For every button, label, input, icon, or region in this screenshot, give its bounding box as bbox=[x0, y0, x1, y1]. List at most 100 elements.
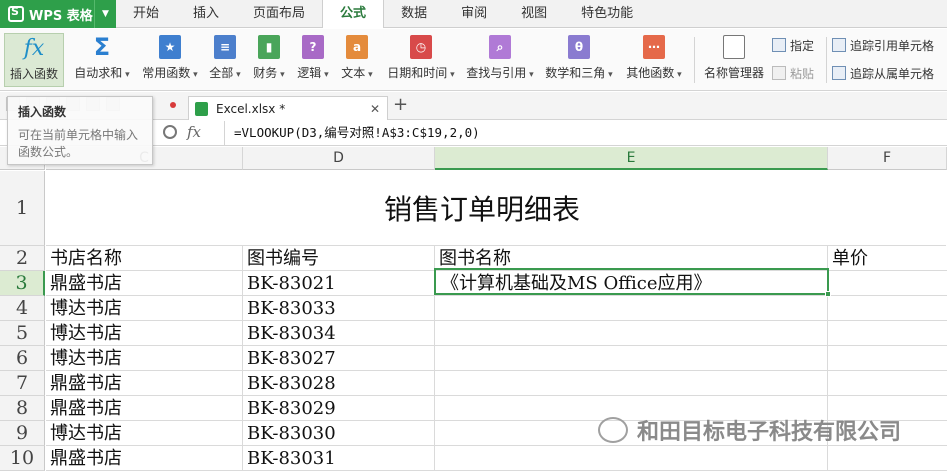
sheet-title-cell[interactable]: 销售订单明细表 bbox=[46, 171, 946, 246]
theta-book-icon: θ bbox=[568, 35, 590, 59]
cell-store[interactable]: 鼎盛书店 bbox=[46, 371, 243, 396]
zoom-magnifier-icon[interactable] bbox=[163, 125, 177, 139]
cell-book[interactable] bbox=[435, 446, 828, 471]
trace-arrow-icon bbox=[832, 66, 846, 80]
fx-icon[interactable]: fx bbox=[187, 123, 201, 141]
wps-logo-icon bbox=[8, 5, 24, 22]
tab-home[interactable]: 开始 bbox=[116, 0, 176, 28]
cell-code[interactable]: BK-83031 bbox=[243, 446, 435, 471]
cell-code[interactable]: BK-83033 bbox=[243, 296, 435, 321]
row-header-2[interactable]: 2 bbox=[0, 246, 45, 271]
cell-price[interactable] bbox=[828, 271, 947, 296]
ribbon-divider bbox=[826, 37, 827, 83]
formula-input[interactable]: =VLOOKUP(D3,编号对照!A$3:C$19,2,0) bbox=[224, 121, 944, 145]
row-header-1[interactable]: 1 bbox=[0, 171, 45, 246]
cell-price[interactable] bbox=[828, 371, 947, 396]
tab-view[interactable]: 视图 bbox=[504, 0, 564, 28]
tab-data[interactable]: 数据 bbox=[384, 0, 444, 28]
tab-review[interactable]: 审阅 bbox=[444, 0, 504, 28]
cell-store[interactable]: 鼎盛书店 bbox=[46, 271, 243, 296]
cell-code[interactable]: BK-83021 bbox=[243, 271, 435, 296]
row-header-7[interactable]: 7 bbox=[0, 371, 45, 396]
cell-store[interactable]: 鼎盛书店 bbox=[46, 396, 243, 421]
document-tab[interactable]: Excel.xlsx * ✕ bbox=[188, 96, 388, 120]
tab-page-layout[interactable]: 页面布局 bbox=[236, 0, 322, 28]
header-cell-store[interactable]: 书店名称 bbox=[46, 246, 243, 271]
cell-book[interactable] bbox=[435, 346, 828, 371]
cell-book[interactable] bbox=[435, 321, 828, 346]
app-name: WPS 表格 bbox=[29, 8, 93, 24]
header-cell-price[interactable]: 单价 bbox=[828, 246, 947, 271]
row-header-9[interactable]: 9 bbox=[0, 421, 45, 446]
fill-handle[interactable] bbox=[825, 291, 831, 297]
column-header-e[interactable]: E bbox=[435, 147, 828, 170]
logical-functions-button[interactable]: ? 逻辑 bbox=[294, 33, 332, 87]
row-header-8[interactable]: 8 bbox=[0, 396, 45, 421]
autosum-button[interactable]: Σ 自动求和 bbox=[70, 33, 134, 87]
cell-code[interactable]: BK-83030 bbox=[243, 421, 435, 446]
specify-button[interactable]: 指定 bbox=[772, 35, 814, 55]
cell-book[interactable] bbox=[435, 296, 828, 321]
row-header-5[interactable]: 5 bbox=[0, 321, 45, 346]
lookup-functions-button[interactable]: ⌕ 查找与引用 bbox=[464, 33, 536, 87]
cell-code[interactable]: BK-83027 bbox=[243, 346, 435, 371]
row-header-6[interactable]: 6 bbox=[0, 346, 45, 371]
text-functions-button[interactable]: a 文本 bbox=[338, 33, 376, 87]
row-header-4[interactable]: 4 bbox=[0, 296, 45, 321]
cell-book[interactable] bbox=[435, 371, 828, 396]
cell-store[interactable]: 鼎盛书店 bbox=[46, 446, 243, 471]
notification-dot-icon bbox=[170, 102, 176, 108]
paste-name-button[interactable]: 粘贴 bbox=[772, 63, 814, 83]
cell-code[interactable]: BK-83029 bbox=[243, 396, 435, 421]
list-book-icon: ≡ bbox=[214, 35, 236, 59]
chevron-down-icon[interactable]: ▼ bbox=[94, 0, 116, 28]
sigma-icon: Σ bbox=[93, 33, 111, 61]
cell-price[interactable] bbox=[828, 296, 947, 321]
cell-store[interactable]: 博达书店 bbox=[46, 421, 243, 446]
question-book-icon: ? bbox=[302, 35, 324, 59]
trace-precedents-button[interactable]: 追踪引用单元格 bbox=[832, 35, 934, 55]
column-header-d[interactable]: D bbox=[243, 147, 435, 170]
tab-insert[interactable]: 插入 bbox=[176, 0, 236, 28]
insert-function-button[interactable]: fx 插入函数 bbox=[4, 33, 64, 87]
common-functions-button[interactable]: ★ 常用函数 bbox=[140, 33, 200, 87]
search-book-icon: ⌕ bbox=[489, 35, 511, 59]
cell-store[interactable]: 博达书店 bbox=[46, 346, 243, 371]
watermark-text: 和田目标电子科技有限公司 bbox=[637, 420, 902, 445]
tooltip-title: 插入函数 bbox=[18, 105, 67, 119]
row-header-3[interactable]: 3 bbox=[0, 271, 45, 296]
column-header-f[interactable]: F bbox=[828, 147, 947, 170]
document-tab-title: Excel.xlsx * bbox=[216, 101, 286, 116]
tab-formulas[interactable]: 公式 bbox=[322, 0, 385, 28]
menu-bar: WPS 表格 ▼ 开始 插入 页面布局 公式 数据 审阅 视图 特色功能 bbox=[0, 0, 947, 28]
row-header-10[interactable]: 10 bbox=[0, 446, 45, 471]
other-functions-button[interactable]: ⋯ 其他函数 bbox=[622, 33, 686, 87]
cell-price[interactable] bbox=[828, 446, 947, 471]
wps-app-menu-button[interactable]: WPS 表格 ▼ bbox=[0, 0, 116, 28]
tooltip-description: 可在当前单元格中输入函数公式。 bbox=[18, 128, 139, 159]
watermark: 和田目标电子科技有限公司 bbox=[598, 414, 901, 446]
datetime-functions-button[interactable]: ◷ 日期和时间 bbox=[382, 33, 460, 87]
chart-book-icon: ▮ bbox=[258, 35, 280, 59]
all-functions-button[interactable]: ≡ 全部 bbox=[206, 33, 244, 87]
financial-functions-button[interactable]: ▮ 财务 bbox=[250, 33, 288, 87]
tab-special-features[interactable]: 特色功能 bbox=[564, 0, 650, 28]
ribbon-formulas: fx 插入函数 Σ 自动求和 ★ 常用函数 ≡ 全部 ▮ 财务 ? 逻辑 a 文… bbox=[0, 29, 947, 91]
name-manager-icon bbox=[723, 35, 745, 59]
cell-price[interactable] bbox=[828, 321, 947, 346]
trace-dependents-button[interactable]: 追踪从属单元格 bbox=[832, 63, 934, 83]
cell-code[interactable]: BK-83028 bbox=[243, 371, 435, 396]
insert-function-tooltip: 插入函数 可在当前单元格中输入函数公式。 bbox=[7, 96, 153, 165]
name-manager-button[interactable]: 名称管理器 bbox=[700, 33, 768, 87]
cell-price[interactable] bbox=[828, 346, 947, 371]
header-cell-code[interactable]: 图书编号 bbox=[243, 246, 435, 271]
fx-icon: fx bbox=[23, 35, 45, 61]
close-icon[interactable]: ✕ bbox=[370, 102, 380, 116]
cell-store[interactable]: 博达书店 bbox=[46, 296, 243, 321]
new-tab-plus-icon[interactable]: + bbox=[393, 96, 408, 114]
math-functions-button[interactable]: θ 数学和三角 bbox=[542, 33, 616, 87]
ribbon-divider bbox=[694, 37, 695, 83]
cell-code[interactable]: BK-83034 bbox=[243, 321, 435, 346]
active-cell-selection bbox=[434, 268, 829, 295]
cell-store[interactable]: 博达书店 bbox=[46, 321, 243, 346]
